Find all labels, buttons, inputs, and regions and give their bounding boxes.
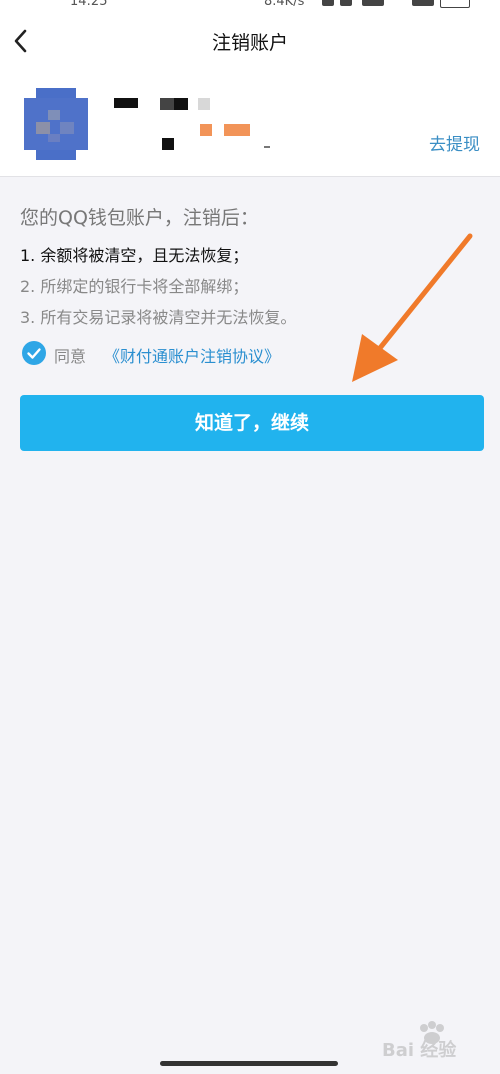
redacted-id	[162, 138, 174, 150]
annotation-arrow-icon	[352, 233, 473, 382]
check-icon	[27, 348, 41, 359]
sim-icon	[340, 0, 352, 6]
watermark-logo: Bai 经验	[378, 1018, 478, 1062]
redacted-name	[160, 98, 174, 110]
battery-icon	[440, 0, 470, 8]
alarm-icon	[322, 0, 334, 6]
avatar-mosaic	[24, 88, 88, 160]
wifi-icon	[412, 0, 434, 6]
signal-icon	[362, 0, 384, 6]
paw-icon: Bai 经验	[382, 1021, 457, 1061]
agreement-link[interactable]: 《财付通账户注销协议》	[104, 343, 280, 367]
status-time: 14:25	[70, 0, 108, 9]
avatar	[24, 88, 88, 160]
withdraw-link[interactable]: 去提现	[429, 130, 480, 155]
redacted-name	[174, 98, 188, 110]
redacted-name	[198, 98, 210, 110]
nav-bar: 注销账户	[0, 14, 500, 70]
redacted-id	[224, 124, 250, 136]
status-net-speed: 8.4K/s	[264, 0, 305, 9]
continue-button[interactable]: 知道了，继续	[20, 395, 484, 451]
notice-title: 您的QQ钱包账户，注销后：	[20, 207, 259, 229]
notice-item: 3. 所有交易记录将被清空并无法恢复。	[20, 308, 297, 327]
notice-item: 1. 余额将被清空，且无法恢复；	[20, 246, 249, 265]
agreement-label: 同意	[54, 347, 87, 366]
page-title: 注销账户	[211, 32, 288, 54]
redacted-id	[264, 146, 270, 148]
home-indicator[interactable]	[160, 1061, 338, 1066]
agreement-checkbox[interactable]	[22, 341, 46, 365]
status-bar: 14:25 8.4K/s	[0, 0, 500, 14]
redacted-name	[114, 98, 138, 108]
notice-item: 2. 所绑定的银行卡将全部解绑；	[20, 277, 249, 296]
account-card: 去提现	[0, 70, 500, 177]
redacted-id	[200, 124, 212, 136]
svg-text:Bai 经验: Bai 经验	[382, 1039, 457, 1061]
